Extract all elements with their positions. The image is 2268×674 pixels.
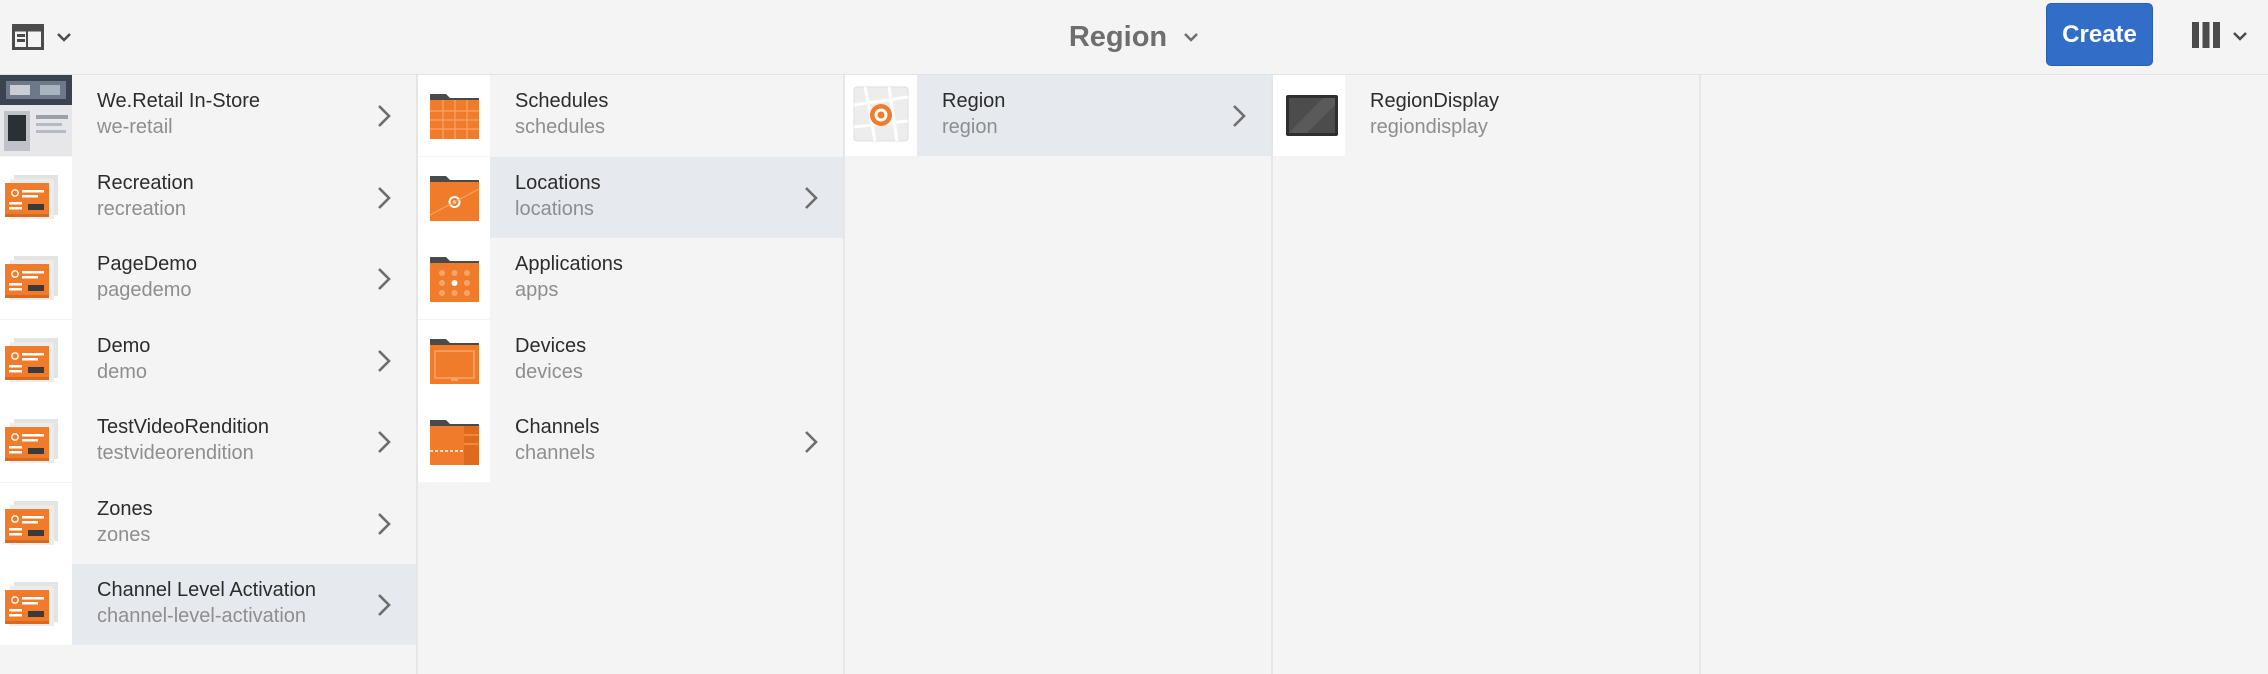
item-meta: Locations locations — [490, 156, 843, 238]
chevron-down-icon — [56, 32, 72, 42]
page-title: Region — [1068, 21, 1168, 53]
item-thumbnail — [1273, 75, 1345, 156]
item-name: channels — [515, 442, 596, 464]
item-meta: Region region — [917, 75, 1271, 156]
item-thumbnail — [418, 156, 490, 238]
action-bar: Region Create — [0, 0, 2268, 75]
column-item-apps[interactable]: Applications apps — [418, 238, 843, 319]
column-item-region[interactable]: Region region — [845, 75, 1271, 156]
item-meta: We.Retail In-Store we-retail — [72, 75, 416, 156]
item-meta: Schedules schedules — [490, 75, 843, 156]
item-name: zones — [97, 523, 151, 546]
item-thumbnail — [0, 401, 72, 482]
column-item-regiondisplay[interactable]: RegionDisplay regiondisplay — [1273, 75, 1699, 156]
create-button[interactable]: Create — [2046, 3, 2153, 66]
item-title: Schedules — [515, 90, 609, 112]
item-title: TestVideoRendition — [97, 416, 269, 438]
chevron-right-icon[interactable] — [377, 104, 391, 128]
item-meta: RegionDisplay regiondisplay — [1345, 75, 1699, 156]
item-title: Recreation — [97, 171, 194, 194]
column-item-pagedemo[interactable]: PageDemo pagedemo — [0, 238, 416, 319]
item-name: schedules — [515, 116, 606, 138]
column-item-testvideorendition[interactable]: TestVideoRendition testvideorendition — [0, 401, 416, 482]
item-name: regiondisplay — [1370, 116, 1488, 138]
item-thumbnail — [845, 75, 917, 156]
item-title: Region — [942, 90, 1006, 112]
item-thumbnail — [0, 564, 72, 645]
item-name: channel-level-activation — [97, 605, 307, 627]
chevron-right-icon[interactable] — [377, 349, 391, 373]
item-meta: Devices devices — [490, 320, 843, 401]
item-title: PageDemo — [97, 253, 198, 275]
item-title: Zones — [97, 497, 153, 520]
item-title: Applications — [515, 253, 623, 275]
chevron-right-icon[interactable] — [377, 512, 391, 536]
column-locations: Region region — [845, 75, 1273, 674]
column-project-folders: Schedules schedules Locations locations Ap… — [418, 75, 845, 674]
item-thumbnail — [0, 482, 72, 564]
item-thumbnail — [0, 156, 72, 238]
item-title: Devices — [515, 334, 587, 357]
column-item-locations[interactable]: Locations locations — [418, 156, 843, 238]
item-meta: PageDemo pagedemo — [72, 238, 416, 319]
item-name: locations — [515, 197, 594, 220]
chevron-right-icon[interactable] — [377, 593, 391, 617]
item-thumbnail — [418, 319, 490, 401]
item-name: demo — [97, 360, 148, 383]
column-item-devices[interactable]: Devices devices — [418, 319, 843, 401]
chevron-down-icon — [2232, 28, 2248, 46]
item-thumbnail — [418, 401, 490, 482]
sidebar-panel-icon — [12, 24, 44, 50]
column-item-zones[interactable]: Zones zones — [0, 482, 416, 564]
chevron-right-icon[interactable] — [1232, 104, 1246, 128]
item-title: Demo — [97, 334, 151, 357]
item-meta: TestVideoRendition testvideorendition — [72, 401, 416, 482]
rail-toggle-button[interactable] — [12, 18, 84, 56]
item-meta: Applications apps — [490, 238, 843, 319]
item-title: Channels — [515, 416, 600, 438]
item-meta: Channel Level Activation channel-level-ac… — [72, 564, 416, 645]
column-item-we-retail[interactable]: We.Retail In-Store we-retail — [0, 75, 416, 156]
item-title: Channel Level Activation — [97, 579, 317, 601]
chevron-right-icon[interactable] — [377, 267, 391, 291]
column-view-icon — [2192, 21, 2220, 53]
column-item-channels[interactable]: Channels channels — [418, 401, 843, 482]
column-item-recreation[interactable]: Recreation recreation — [0, 156, 416, 238]
column-item-schedules[interactable]: Schedules schedules — [418, 75, 843, 156]
item-thumbnail — [418, 238, 490, 319]
item-meta: Channels channels — [490, 401, 843, 482]
column-item-demo[interactable]: Demo demo — [0, 319, 416, 401]
item-name: apps — [515, 279, 559, 301]
item-name: region — [942, 116, 998, 138]
item-thumbnail — [0, 238, 72, 319]
item-title: We.Retail In-Store — [97, 90, 261, 112]
chevron-right-icon[interactable] — [804, 186, 818, 210]
chevron-right-icon[interactable] — [377, 186, 391, 210]
title-dropdown-icon[interactable] — [1183, 29, 1199, 47]
item-meta: Demo demo — [72, 320, 416, 401]
item-title: Locations — [515, 171, 601, 194]
column-region: RegionDisplay regiondisplay — [1273, 75, 1701, 674]
column-empty — [1701, 75, 2268, 674]
column-item-channel-level-activation[interactable]: Channel Level Activation channel-level-ac… — [0, 564, 416, 645]
item-thumbnail — [418, 75, 490, 156]
chevron-right-icon[interactable] — [804, 430, 818, 454]
view-switcher-button[interactable] — [2192, 18, 2258, 56]
item-name: we-retail — [97, 116, 173, 138]
item-title: RegionDisplay — [1370, 90, 1499, 112]
item-name: devices — [515, 360, 583, 383]
item-name: testvideorendition — [97, 442, 254, 464]
item-thumbnail — [0, 75, 72, 156]
column-sites: We.Retail In-Store we-retail Recreation re… — [0, 75, 418, 674]
item-meta: Recreation recreation — [72, 157, 416, 238]
item-meta: Zones zones — [72, 483, 416, 564]
item-name: pagedemo — [97, 279, 192, 301]
chevron-right-icon[interactable] — [377, 430, 391, 454]
item-thumbnail — [0, 319, 72, 401]
item-name: recreation — [97, 197, 186, 220]
